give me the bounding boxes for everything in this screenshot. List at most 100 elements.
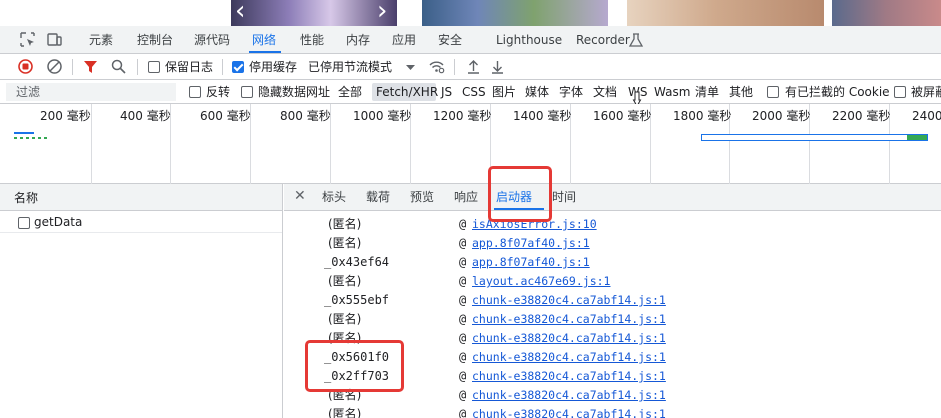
stack-frame-source-link[interactable]: chunk-e38820c4.ca7abf14.js:1 <box>472 369 666 384</box>
clear-icon[interactable] <box>46 58 63 75</box>
type-filter-js[interactable]: JS <box>441 85 452 99</box>
close-icon[interactable]: ✕ <box>294 188 306 204</box>
chevron-right-icon[interactable]: › <box>377 0 387 26</box>
preserve-log-label: 保留日志 <box>165 60 214 74</box>
type-filter-manifest[interactable]: 清单 <box>695 85 719 99</box>
preserve-log-checkbox[interactable] <box>148 61 160 73</box>
stack-frame: (匿名) @ chunk-e38820c4.ca7abf14.js:1 <box>284 386 941 405</box>
type-filter-other[interactable]: 其他 <box>729 85 753 99</box>
throttling-select[interactable]: 已停用节流模式 <box>308 60 392 74</box>
inspect-element-icon[interactable] <box>19 31 36 48</box>
tab-timing[interactable]: 时间 <box>552 190 576 204</box>
timeline-tick-label: 1600 毫秒 <box>593 109 652 123</box>
type-filter-media[interactable]: 媒体 <box>525 85 549 99</box>
tab-lighthouse[interactable]: Lighthouse <box>496 33 562 47</box>
stack-frame-source-link[interactable]: chunk-e38820c4.ca7abf14.js:1 <box>472 350 666 365</box>
tab-recorder[interactable]: Recorder <box>576 33 630 47</box>
blocked-requests-checkbox[interactable] <box>894 86 906 98</box>
stack-frame-source-link[interactable]: chunk-e38820c4.ca7abf14.js:1 <box>472 331 666 346</box>
timeline-tick-label: 1800 毫秒 <box>673 109 732 123</box>
type-filter-wasm[interactable]: Wasm <box>654 85 690 99</box>
tab-response[interactable]: 响应 <box>454 190 478 204</box>
filter-input[interactable] <box>6 83 176 101</box>
toolbar-divider <box>454 59 455 75</box>
stack-frame: (匿名) @ app.8f07af40.js:1 <box>284 234 941 253</box>
active-tab-indicator <box>494 208 544 210</box>
preview-image-4 <box>832 0 941 26</box>
chevron-down-icon[interactable] <box>402 59 419 76</box>
hide-data-urls-checkbox[interactable] <box>241 86 253 98</box>
chevron-left-icon[interactable]: ‹ <box>235 0 245 26</box>
stack-frame-at: @ <box>459 331 467 345</box>
stack-frame-source-link[interactable]: chunk-e38820c4.ca7abf14.js:1 <box>472 312 666 327</box>
stack-frame-source-link[interactable]: chunk-e38820c4.ca7abf14.js:1 <box>472 388 666 403</box>
network-conditions-icon[interactable] <box>428 58 445 75</box>
type-filter-fetch-xhr[interactable]: Fetch/XHR <box>376 85 438 99</box>
export-har-icon[interactable] <box>489 58 506 75</box>
stack-frame-function: (匿名) <box>328 312 362 326</box>
stack-frame-at: @ <box>459 274 467 288</box>
device-toolbar-icon[interactable] <box>46 31 63 48</box>
devtools-panel-tabs: 元素 控制台 源代码 网络 性能 内存 应用 安全 Lighthouse Rec… <box>0 26 941 54</box>
blocked-cookies-checkbox[interactable] <box>767 86 779 98</box>
timeline-tick-label: 400 毫秒 <box>120 109 171 123</box>
hide-data-urls-label: 隐藏数据网址 <box>258 85 331 99</box>
stack-frame: (匿名) @ isAxiosError.js:10 <box>284 215 941 234</box>
active-tab-indicator <box>249 51 281 53</box>
stack-frame-source-link[interactable]: layout.ac467e69.js:1 <box>472 274 610 289</box>
timeline-gridline <box>91 104 92 184</box>
page-preview-strip: ‹ › <box>0 0 941 26</box>
tab-elements[interactable]: 元素 <box>89 33 113 47</box>
timeline-request-bar <box>14 132 34 134</box>
tab-headers[interactable]: 标头 <box>322 190 346 204</box>
filter-funnel-icon[interactable] <box>82 58 99 75</box>
stack-frame: _0x2ff703 @ chunk-e38820c4.ca7abf14.js:1 <box>284 367 941 386</box>
stack-frame-at: @ <box>459 236 467 250</box>
timeline-tick-label: 2200 毫秒 <box>832 109 891 123</box>
timeline-tick-label: 200 毫秒 <box>40 109 91 123</box>
initiator-call-stack: (匿名) @ isAxiosError.js:10 (匿名) @ app.8f0… <box>284 211 941 418</box>
flask-icon <box>628 33 644 47</box>
record-stop-icon[interactable] <box>17 58 34 75</box>
stack-frame-source-link[interactable]: isAxiosError.js:10 <box>472 217 597 232</box>
requests-list-header[interactable]: 名称 <box>0 184 282 211</box>
stack-frame-function: _0x5601f0 <box>324 350 390 364</box>
tab-memory[interactable]: 内存 <box>346 33 370 47</box>
invert-checkbox[interactable] <box>189 86 201 98</box>
tab-console[interactable]: 控制台 <box>137 33 173 47</box>
preview-image-1: ‹ › <box>231 0 397 26</box>
tab-performance[interactable]: 性能 <box>300 33 324 47</box>
tab-application[interactable]: 应用 <box>392 33 416 47</box>
tab-preview[interactable]: 预览 <box>410 190 434 204</box>
stack-frame-source-link[interactable]: chunk-e38820c4.ca7abf14.js:1 <box>472 293 666 308</box>
preview-image-3 <box>627 0 824 26</box>
timeline-request-bar-download <box>907 135 927 140</box>
type-filter-doc[interactable]: 文档 <box>593 85 617 99</box>
import-har-icon[interactable] <box>465 58 482 75</box>
stack-frame-function: _0x555ebf <box>324 293 390 307</box>
stack-frame-at: @ <box>459 388 467 402</box>
stack-frame-source-link[interactable]: app.8f07af40.js:1 <box>472 255 590 270</box>
tab-sources[interactable]: 源代码 <box>194 33 230 47</box>
stack-frame-source-link[interactable]: app.8f07af40.js:1 <box>472 236 590 251</box>
stack-frame-at: @ <box>459 407 467 418</box>
table-row[interactable]: getData <box>0 211 282 233</box>
timeline-overview[interactable]: 200 毫秒 400 毫秒 600 毫秒 800 毫秒 1000 毫秒 1200… <box>0 104 941 184</box>
tab-security[interactable]: 安全 <box>438 33 462 47</box>
tab-initiator[interactable]: 启动器 <box>496 190 532 204</box>
stack-frame-source-link[interactable]: chunk-e38820c4.ca7abf14.js:1 <box>472 407 666 418</box>
type-filter-all[interactable]: 全部 <box>338 85 362 99</box>
timeline-request-bar <box>701 134 928 141</box>
type-filter-font[interactable]: 字体 <box>559 85 583 99</box>
blocked-requests-label: 被屏蔽 <box>911 85 941 99</box>
stack-frame-function: (匿名) <box>328 217 362 231</box>
type-filter-img[interactable]: 图片 <box>492 85 516 99</box>
stack-frame-function: (匿名) <box>328 274 362 288</box>
tab-payload[interactable]: 载荷 <box>366 190 390 204</box>
tab-network[interactable]: 网络 <box>252 33 276 47</box>
search-icon[interactable] <box>110 58 127 75</box>
type-filter-css[interactable]: CSS <box>462 85 486 99</box>
disable-cache-checkbox[interactable] <box>232 61 244 73</box>
stack-frame-at: @ <box>459 312 467 326</box>
timeline-tick-label: 1000 毫秒 <box>353 109 412 123</box>
